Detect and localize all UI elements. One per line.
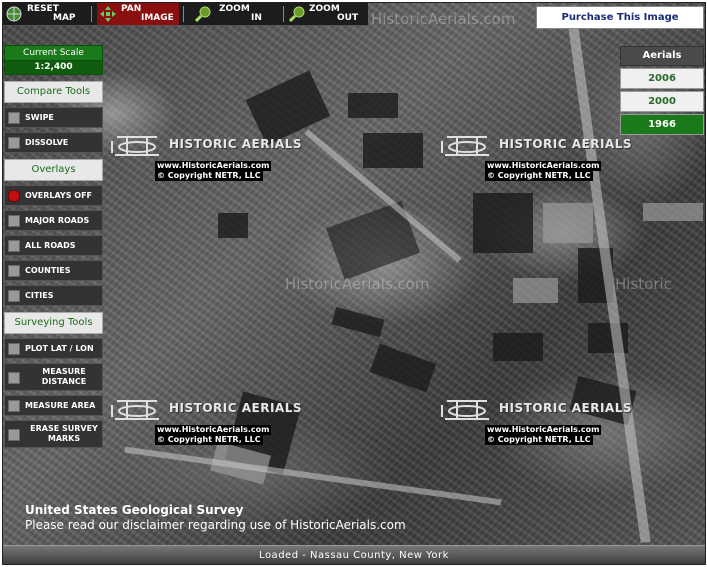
purchase-image-button[interactable]: Purchase This Image <box>536 6 704 29</box>
faint-watermark-text: HistoricAerials.com <box>371 10 516 28</box>
zoom-in-button[interactable]: ZOOM IN <box>193 3 281 25</box>
agency-label: United States Geological Survey <box>25 503 244 517</box>
checkbox-icon <box>8 290 20 302</box>
pan-image-button[interactable]: PAN IMAGE <box>97 3 179 25</box>
toolbar-divider <box>91 6 92 22</box>
watermark: HISTORIC AERIALS www.HistoricAerials.com… <box>107 129 302 189</box>
magnifier-plus-icon <box>195 6 211 22</box>
overlays-header: Overlays <box>4 159 103 181</box>
aerials-year-panel: Aerials 2006 2000 1966 <box>620 46 704 135</box>
aerials-title: Aerials <box>620 46 704 66</box>
building <box>218 213 248 238</box>
building <box>473 193 533 253</box>
building <box>513 278 558 303</box>
toolbar-divider <box>183 6 184 22</box>
toolbar-divider <box>283 6 284 22</box>
disclaimer-link[interactable]: Please read our disclaimer regarding use… <box>25 518 406 532</box>
reset-map-button[interactable]: RESET MAP <box>3 3 89 25</box>
radio-selected-icon <box>8 190 20 202</box>
building <box>493 333 543 361</box>
building <box>348 93 398 118</box>
checkbox-icon <box>8 372 20 384</box>
zoom-out-button[interactable]: ZOOM OUT <box>287 3 367 25</box>
year-2006-button[interactable]: 2006 <box>620 68 704 89</box>
erase-survey-marks-button[interactable]: ERASE SURVEY MARKS <box>4 420 103 448</box>
building <box>643 203 703 221</box>
faint-watermark-text: Historic <box>615 275 672 293</box>
building <box>363 133 423 168</box>
current-scale-value: 1:2,400 <box>4 61 103 75</box>
aerial-image[interactable]: HistoricAerials.com HistoricAerials.com … <box>3 3 705 545</box>
checkbox-icon <box>8 215 20 227</box>
checkbox-icon <box>8 137 20 149</box>
watermark: HISTORIC AERIALS www.HistoricAerials.com… <box>437 393 632 453</box>
measure-area-button[interactable]: MEASURE AREA <box>4 395 103 416</box>
globe-icon <box>6 6 22 22</box>
building <box>369 343 437 393</box>
plot-lat-lon-button[interactable]: PLOT LAT / LON <box>4 338 103 359</box>
all-roads-button[interactable]: ALL ROADS <box>4 235 103 256</box>
major-roads-button[interactable]: MAJOR ROADS <box>4 210 103 231</box>
watermark: HISTORIC AERIALS www.HistoricAerials.com… <box>437 129 632 189</box>
compare-tools-header: Compare Tools <box>4 81 103 103</box>
dissolve-button[interactable]: DISSOLVE <box>4 132 103 153</box>
watermark: HISTORIC AERIALS www.HistoricAerials.com… <box>107 393 302 453</box>
building <box>543 203 593 243</box>
road <box>124 446 502 506</box>
overlays-off-button[interactable]: OVERLAYS OFF <box>4 185 103 206</box>
checkbox-icon <box>8 265 20 277</box>
surveying-tools-header: Surveying Tools <box>4 312 103 334</box>
current-scale-title: Current Scale <box>4 45 103 61</box>
checkbox-icon <box>8 429 20 441</box>
swipe-button[interactable]: SWIPE <box>4 107 103 128</box>
cities-button[interactable]: CITIES <box>4 285 103 306</box>
faint-watermark-text: HistoricAerials.com <box>285 275 430 293</box>
counties-button[interactable]: COUNTIES <box>4 260 103 281</box>
tool-sidebar: Current Scale 1:2,400 Compare Tools SWIP… <box>4 45 103 448</box>
checkbox-icon <box>8 343 20 355</box>
checkbox-icon <box>8 240 20 252</box>
pan-arrows-icon <box>100 6 116 22</box>
building <box>331 306 385 338</box>
checkbox-icon <box>8 112 20 124</box>
checkbox-icon <box>8 400 20 412</box>
year-1966-button[interactable]: 1966 <box>620 114 704 135</box>
map-viewer: HistoricAerials.com HistoricAerials.com … <box>2 2 706 565</box>
magnifier-minus-icon <box>289 6 305 22</box>
status-bar: Loaded - Nassau County, New York <box>3 545 705 564</box>
year-2000-button[interactable]: 2000 <box>620 91 704 112</box>
map-toolbar: RESET MAP PAN IMAGE ZOOM IN ZOOM OUT <box>3 3 368 26</box>
measure-distance-button[interactable]: MEASURE DISTANCE <box>4 363 103 391</box>
